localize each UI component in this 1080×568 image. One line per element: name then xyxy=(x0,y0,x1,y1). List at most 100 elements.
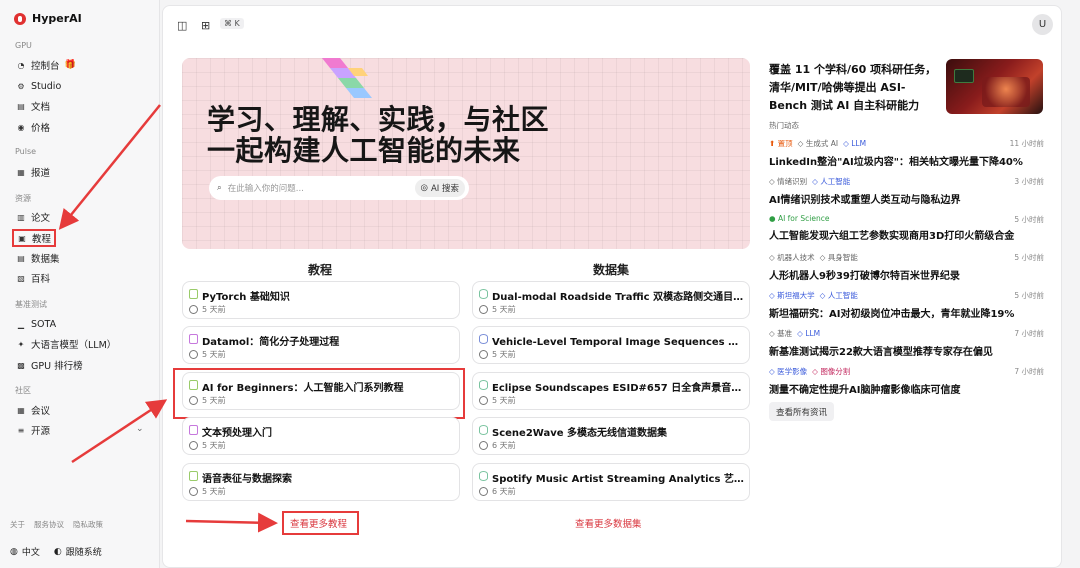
news-item[interactable]: ⬆ 置顶 ◇ 生成式 AI ◇ LLM 11 小时前 LinkedIn整治"AI… xyxy=(769,138,1044,168)
search-shortcut[interactable]: ⌘ K xyxy=(220,18,244,29)
news-title: LinkedIn整治"AI垃圾内容"：相关帖文曝光量下降40% xyxy=(769,157,1023,168)
news-item[interactable]: ◇ 基准 ◇ LLM 7 小时前 新基准测试揭示22款大语言模型推荐专家存在偏见 xyxy=(769,328,1044,358)
sidebar-item-sota[interactable]: ▁ SOTA xyxy=(13,315,59,333)
tag[interactable]: ◇ 人工智能 xyxy=(812,176,850,187)
clock-icon xyxy=(189,487,198,496)
tag[interactable]: ◇ 图像分割 xyxy=(812,366,850,377)
privacy-link[interactable]: 隐私政策 xyxy=(73,519,103,530)
tutorial-time: 5 天前 xyxy=(202,350,226,359)
sidebar-item-label: 教程 xyxy=(32,234,52,245)
about-link[interactable]: 关于 xyxy=(10,519,25,530)
tutorial-time: 5 天前 xyxy=(202,441,226,450)
opensource-icon: ≡ xyxy=(17,425,25,435)
news-item[interactable]: ◇ 机器人技术 ◇ 具身智能 5 小时前 人形机器人9秒39打破博尔特百米世界纪… xyxy=(769,252,1044,282)
tag[interactable]: ◇ 机器人技术 xyxy=(769,252,815,263)
sidebar-item-pricing[interactable]: ◉ 价格 xyxy=(13,118,53,136)
all-news-button[interactable]: 查看所有资讯 xyxy=(769,402,835,421)
sidebar-toggle-icon[interactable]: ◫ xyxy=(177,19,187,32)
tag[interactable]: ◇ 情绪识别 xyxy=(769,176,807,187)
tag[interactable]: ◇ LLM xyxy=(797,329,820,338)
sidebar-item-label: 控制台 xyxy=(31,61,60,72)
gift-icon: 🎁 xyxy=(64,60,76,70)
database-icon xyxy=(479,334,488,344)
terms-link[interactable]: 服务协议 xyxy=(34,519,64,530)
ai-search-button[interactable]: ◎ AI 搜索 xyxy=(414,179,465,197)
book-icon xyxy=(189,425,198,435)
dashboard-icon: ◔ xyxy=(17,60,25,70)
feature-news-image[interactable] xyxy=(946,59,1043,114)
sidebar-item-label: 论文 xyxy=(31,213,51,224)
sidebar-item-studio[interactable]: ⚙ Studio xyxy=(13,77,64,95)
tutorial-card[interactable]: Datamol：简化分子处理过程 5 天前 xyxy=(182,326,460,364)
section-title-gpu: GPU xyxy=(15,41,32,50)
tutorial-card[interactable]: 语音表征与数据探索 5 天前 xyxy=(182,463,460,501)
globe-icon: ◍ xyxy=(10,546,18,557)
tag[interactable]: ◇ 生成式 AI xyxy=(798,138,838,149)
sidebar-item-wiki[interactable]: ▧ 百科 xyxy=(13,269,53,287)
sidebar-item-label: SOTA xyxy=(31,318,57,330)
sidebar-item-console[interactable]: ◔ 控制台 🎁 xyxy=(13,56,79,74)
tag[interactable]: ◇ 斯坦福大学 xyxy=(769,290,815,301)
dataset-card[interactable]: Spotify Music Artist Streaming Analytics… xyxy=(472,463,750,501)
dataset-time: 5 天前 xyxy=(492,305,516,314)
news-tags: ◇ 情绪识别 ◇ 人工智能 xyxy=(769,176,1044,187)
sidebar-item-gpu-rank[interactable]: ▩ GPU 排行榜 xyxy=(13,356,86,374)
news-tags: ● AI for Science xyxy=(769,214,1044,223)
theme-label: 跟随系统 xyxy=(65,548,102,558)
tutorial-card[interactable]: 文本预处理入门 5 天前 xyxy=(182,417,460,455)
feature-news-title[interactable]: 覆盖 11 个学科/60 项科研任务，清华/MIT/哈佛等提出 ASI-Benc… xyxy=(769,61,939,115)
news-time: 7 小时前 xyxy=(1014,329,1044,338)
sidebar-item-llm[interactable]: ✦ 大语言模型（LLM） xyxy=(13,335,119,353)
tutorials-title: 教程 xyxy=(308,263,333,277)
more-tutorials-highlight-box xyxy=(282,511,359,535)
tutorial-title: PyTorch 基础知识 xyxy=(202,292,290,303)
language-switch[interactable]: ◍ 中文 xyxy=(10,545,40,559)
dataset-card[interactable]: Scene2Wave 多模态无线信道数据集 6 天前 xyxy=(472,417,750,455)
app-logo[interactable]: HyperAI xyxy=(14,12,82,25)
sidebar-item-label: 价格 xyxy=(31,123,51,134)
news-item[interactable]: ◇ 情绪识别 ◇ 人工智能 3 小时前 AI情绪识别技术或重塑人类互动与隐私边界 xyxy=(769,176,1044,206)
sidebar-item-reports[interactable]: ▦ 报道 xyxy=(13,163,53,181)
news-time: 3 小时前 xyxy=(1014,177,1044,186)
news-time: 11 小时前 xyxy=(1009,139,1044,148)
avatar[interactable]: U xyxy=(1032,14,1053,35)
theme-switch[interactable]: ◐ 跟随系统 xyxy=(54,545,102,559)
tutorial-time: 5 天前 xyxy=(202,305,226,314)
image-glow xyxy=(982,77,1030,107)
tag-pinned[interactable]: ⬆ 置顶 xyxy=(769,138,793,149)
news-item[interactable]: ◇ 医学影像 ◇ 图像分割 7 小时前 测量不确定性提升AI脑肿瘤影像临床可信度 xyxy=(769,366,1044,396)
sidebar-item-conference[interactable]: ▦ 会议 xyxy=(13,401,53,419)
sidebar-item-papers[interactable]: ▥ 论文 xyxy=(13,208,53,226)
more-datasets-link[interactable]: 查看更多数据集 xyxy=(575,516,642,530)
sidebar-item-label: 开源 xyxy=(31,426,51,437)
tutorial-card[interactable]: PyTorch 基础知识 5 天前 xyxy=(182,281,460,319)
database-icon xyxy=(479,471,488,481)
hero-title-line-2: 一起构建人工智能的未来 xyxy=(207,134,521,167)
dataset-card[interactable]: Vehicle-Level Temporal Image Sequences 车… xyxy=(472,326,750,364)
sidebar-item-opensource[interactable]: ≡ 开源 ⌄ xyxy=(13,421,153,439)
dataset-card[interactable]: Dual-modal Roadside Traffic 双模态路侧交通目标检测数… xyxy=(472,281,750,319)
sidebar-item-tutorials[interactable]: ▣ 教程 xyxy=(12,229,57,247)
tag[interactable]: ◇ LLM xyxy=(843,139,866,148)
gpu-icon: ▩ xyxy=(17,360,25,370)
paper-icon: ▥ xyxy=(17,212,25,222)
tag[interactable]: ◇ 具身智能 xyxy=(820,252,858,263)
news-item[interactable]: ◇ 斯坦福大学 ◇ 人工智能 5 小时前 斯坦福研究：AI对初级岗位冲击最大，青… xyxy=(769,290,1044,320)
news-tags: ◇ 斯坦福大学 ◇ 人工智能 xyxy=(769,290,1044,301)
news-item[interactable]: ● AI for Science 5 小时前 人工智能发现六组工艺参数实现商用3… xyxy=(769,214,1044,242)
tag[interactable]: ● AI for Science xyxy=(769,214,829,223)
tag[interactable]: ◇ 基准 xyxy=(769,328,792,339)
clock-icon xyxy=(479,305,488,314)
news-title: AI情绪识别技术或重塑人类互动与隐私边界 xyxy=(769,195,961,206)
database-icon xyxy=(479,289,488,299)
dataset-card[interactable]: Eclipse Soundscapes ESID#657 日全食声景音频数据集 … xyxy=(472,372,750,410)
tag[interactable]: ◇ 医学影像 xyxy=(769,366,807,377)
sidebar-item-datasets[interactable]: ▤ 数据集 xyxy=(13,249,63,267)
search-input[interactable]: ⌕ 在此输入你的问题... ◎ AI 搜索 xyxy=(209,176,469,200)
sidebar-item-docs[interactable]: ▤ 文档 xyxy=(13,97,53,115)
tag[interactable]: ◇ 人工智能 xyxy=(820,290,858,301)
footer-settings: ◍ 中文 ◐ 跟随系统 xyxy=(10,545,102,559)
sidebar-item-label: 报道 xyxy=(31,168,51,179)
section-title-benchmark: 基准测试 xyxy=(15,300,47,309)
apps-grid-icon[interactable]: ⊞ xyxy=(201,19,210,32)
